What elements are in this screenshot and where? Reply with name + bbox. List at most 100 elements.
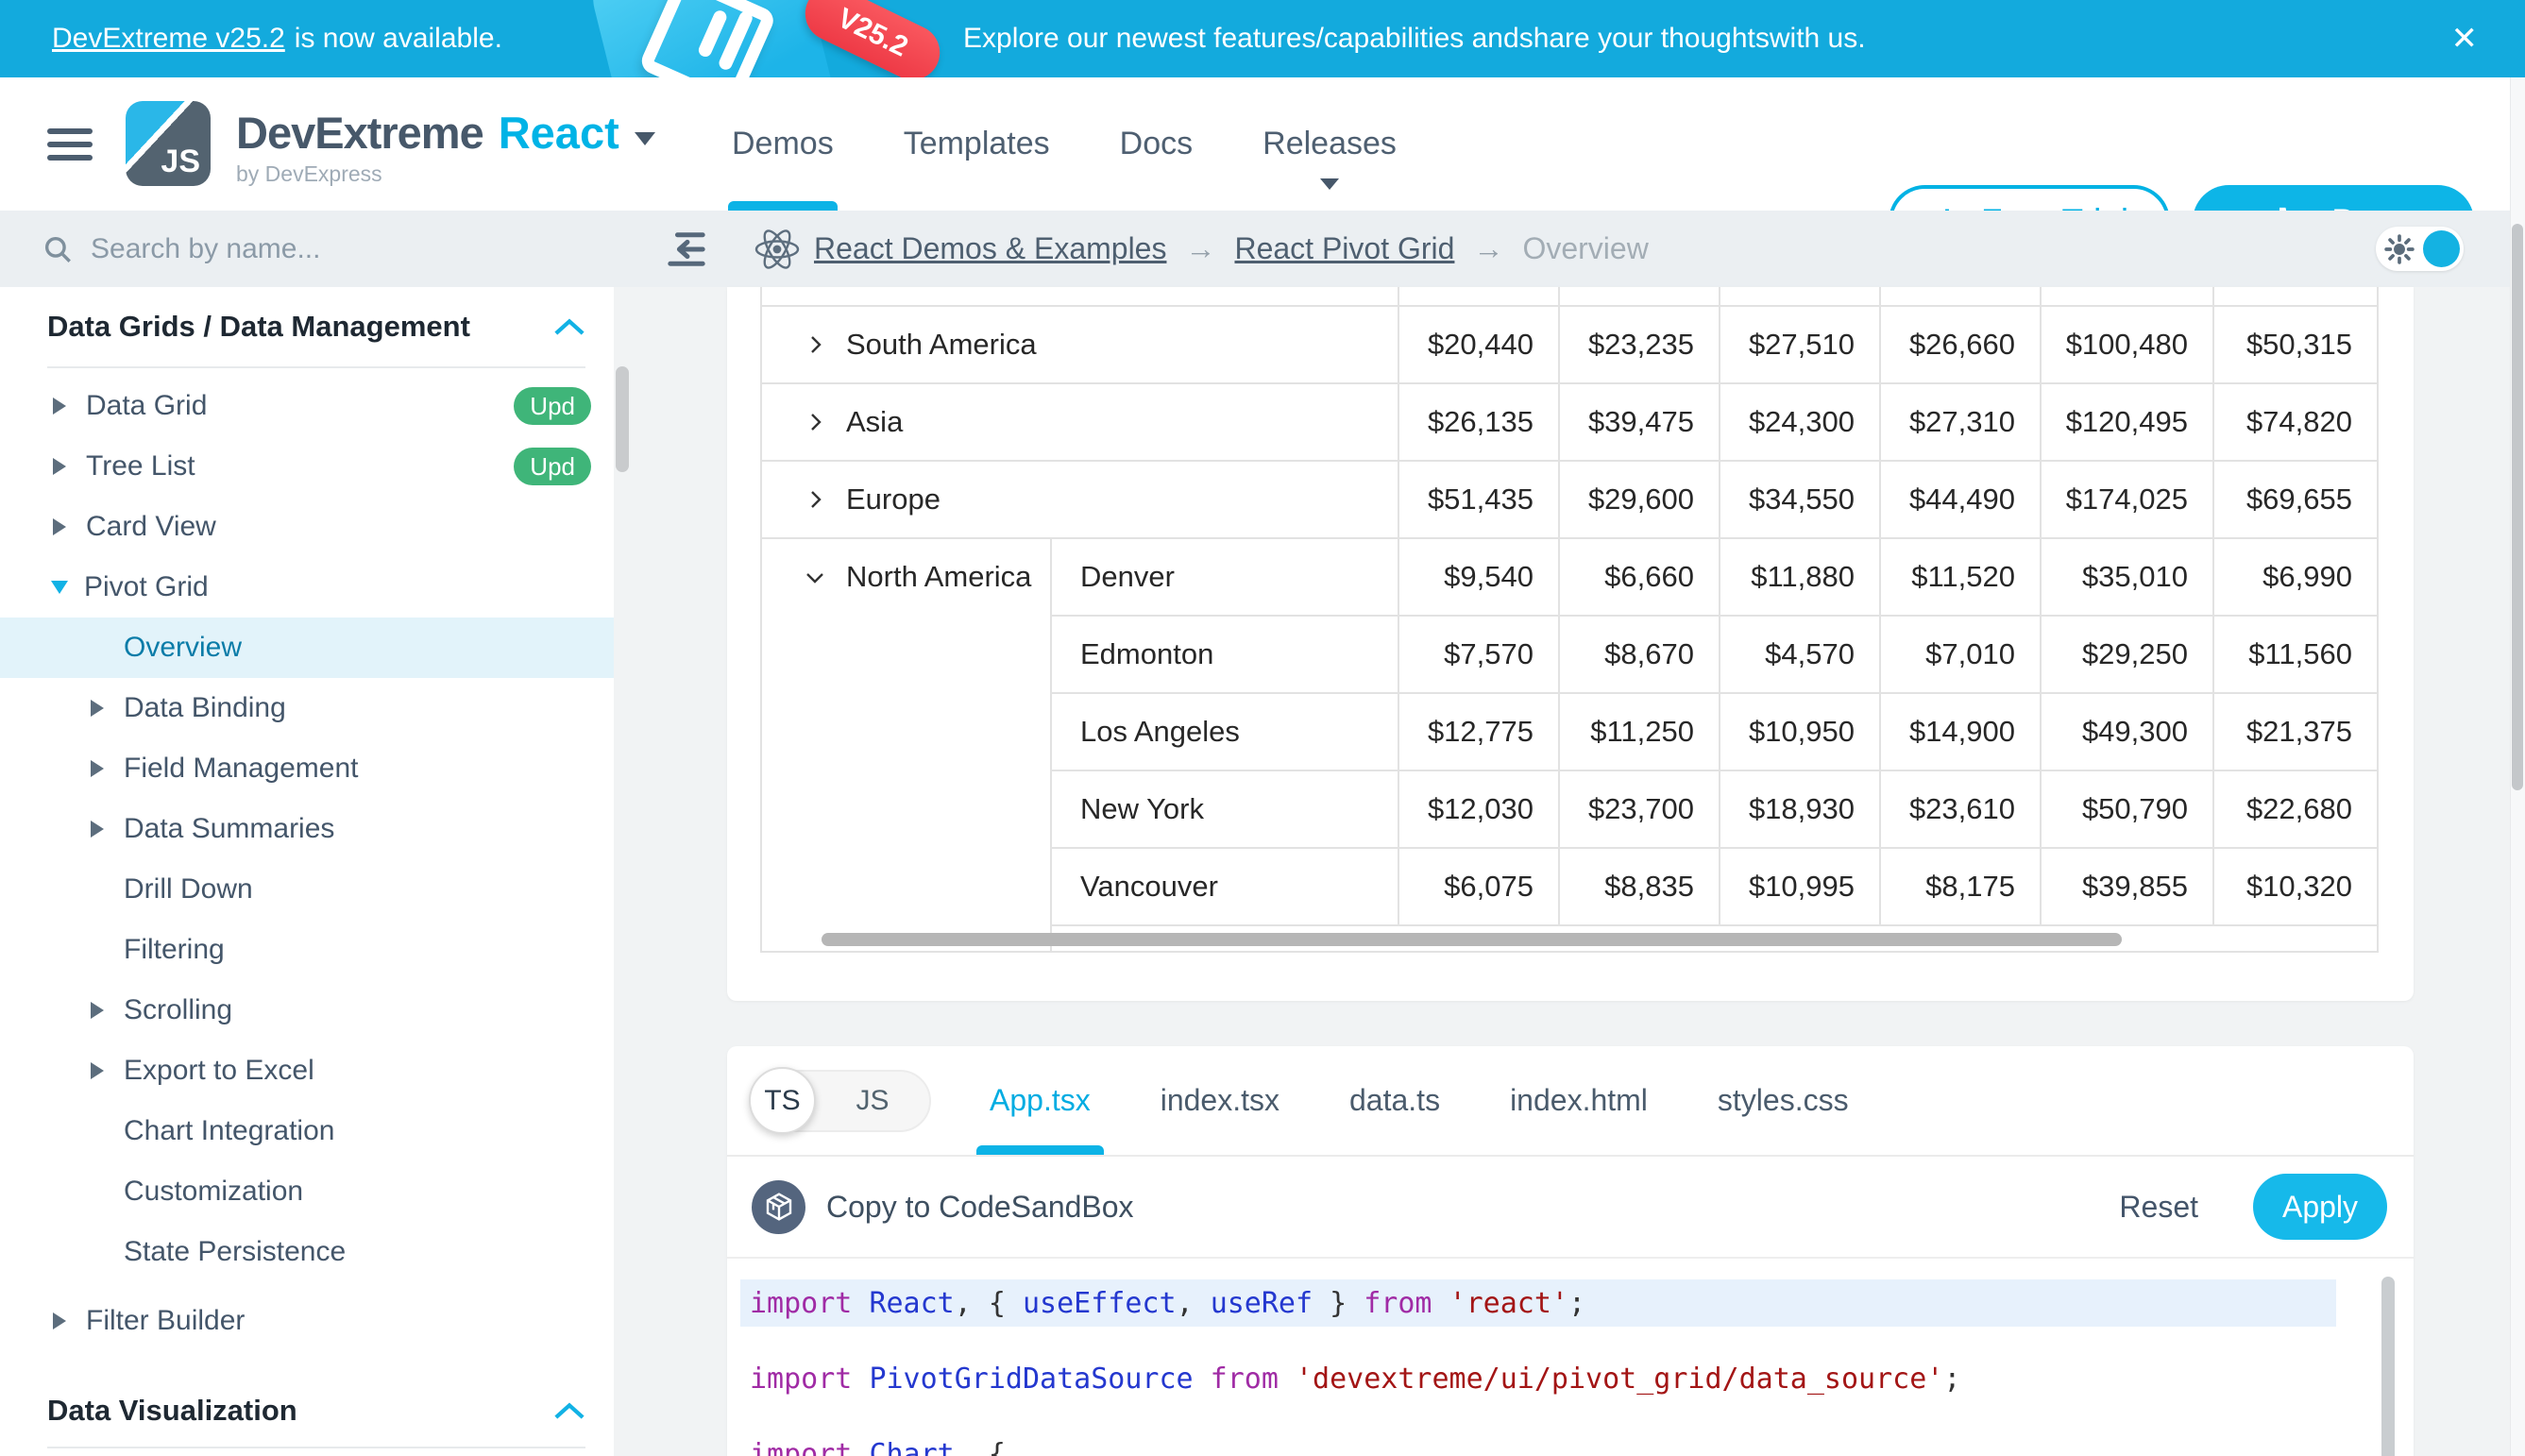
table-cell[interactable]: $23,700 — [1559, 770, 1720, 848]
table-cell[interactable]: $9,540 — [1398, 538, 1559, 616]
nav-demos[interactable]: Demos — [732, 77, 834, 211]
table-cell[interactable]: $21,375 — [2213, 693, 2378, 770]
sidebar-item-export-to-excel[interactable]: Export to Excel — [0, 1041, 614, 1101]
sidebar-item-data-grid[interactable]: Data GridUpd — [0, 376, 614, 436]
apply-button[interactable]: Apply — [2253, 1174, 2387, 1240]
reset-button[interactable]: Reset — [2119, 1190, 2198, 1225]
table-cell[interactable]: $8,835 — [1559, 848, 1720, 925]
nav-releases[interactable]: Releases — [1262, 77, 1397, 211]
collapse-sidebar-icon[interactable] — [665, 229, 708, 274]
nav-docs[interactable]: Docs — [1120, 77, 1193, 211]
table-cell[interactable]: $26,135 — [1398, 383, 1559, 461]
table-cell[interactable]: $18,930 — [1720, 770, 1880, 848]
sidebar-item-drill-down[interactable]: Drill Down — [0, 859, 614, 920]
row-header-city[interactable]: Los Angeles — [1051, 693, 1398, 770]
table-cell[interactable]: $29,250 — [2041, 616, 2213, 693]
table-cell[interactable]: $27,510 — [1720, 306, 1880, 383]
tab-index-tsx[interactable]: index.tsx — [1161, 1046, 1279, 1155]
code-scrollbar-thumb[interactable] — [2381, 1277, 2395, 1456]
table-cell[interactable]: $74,820 — [2213, 383, 2378, 461]
table-cell[interactable]: $69,655 — [2213, 461, 2378, 538]
sidebar-item-field-management[interactable]: Field Management — [0, 738, 614, 799]
table-cell[interactable]: $49,300 — [2041, 693, 2213, 770]
table-cell[interactable]: $29,600 — [1559, 461, 1720, 538]
row-header[interactable]: Europe — [762, 483, 1398, 516]
horizontal-scrollbar-thumb[interactable] — [822, 933, 2122, 946]
js-option[interactable]: JS — [816, 1085, 929, 1117]
row-header[interactable]: South America — [762, 328, 1398, 362]
language-toggle[interactable]: TS JS — [750, 1070, 931, 1132]
chevron-up-icon[interactable] — [553, 316, 585, 337]
table-cell[interactable]: $14,900 — [1880, 693, 2041, 770]
chevron-up-icon[interactable] — [553, 1400, 585, 1421]
table-cell[interactable]: $23,235 — [1559, 306, 1720, 383]
table-cell[interactable]: $44,490 — [1880, 461, 2041, 538]
table-cell[interactable]: $26,660 — [1880, 306, 2041, 383]
table-cell[interactable]: $34,550 — [1720, 461, 1880, 538]
sidebar-search[interactable]: Search by name... — [42, 211, 320, 287]
sidebar-item-data-summaries[interactable]: Data Summaries — [0, 799, 614, 859]
table-cell[interactable]: $11,560 — [2213, 616, 2378, 693]
sidebar-item-tree-list[interactable]: Tree ListUpd — [0, 436, 614, 497]
close-icon[interactable]: ✕ — [2451, 0, 2479, 77]
devextreme-js-logo[interactable]: JS — [126, 101, 211, 186]
code-editor[interactable]: import React, { useEffect, useRef } from… — [727, 1259, 2414, 1456]
sidebar-item-state-persistence[interactable]: State Persistence — [0, 1222, 614, 1282]
table-cell[interactable]: $6,660 — [1559, 538, 1720, 616]
table-cell[interactable]: $10,995 — [1720, 848, 1880, 925]
sidebar-item-chart-integration[interactable]: Chart Integration — [0, 1101, 614, 1161]
table-cell[interactable]: $11,520 — [1880, 538, 2041, 616]
table-cell[interactable]: $23,610 — [1880, 770, 2041, 848]
table-cell[interactable]: $7,010 — [1880, 616, 2041, 693]
table-cell[interactable]: $12,775 — [1398, 693, 1559, 770]
table-cell[interactable]: $35,010 — [2041, 538, 2213, 616]
tab-data-ts[interactable]: data.ts — [1349, 1046, 1440, 1155]
chevron-right-icon[interactable] — [805, 489, 825, 510]
tab-styles-css[interactable]: styles.css — [1718, 1046, 1849, 1155]
ts-option[interactable]: TS — [749, 1067, 816, 1134]
breadcrumb-pivot-grid-link[interactable]: React Pivot Grid — [1234, 231, 1454, 266]
table-cell[interactable]: $7,570 — [1398, 616, 1559, 693]
theme-toggle[interactable] — [2376, 227, 2464, 271]
row-header-city[interactable]: Edmonton — [1051, 616, 1398, 693]
row-header-expanded[interactable]: North America — [762, 539, 1050, 615]
table-cell[interactable]: $10,320 — [2213, 848, 2378, 925]
row-header-city[interactable]: New York — [1051, 770, 1398, 848]
codesandbox-icon[interactable] — [752, 1180, 805, 1234]
table-cell[interactable]: $120,495 — [2041, 383, 2213, 461]
sidebar-item-card-view[interactable]: Card View — [0, 497, 614, 557]
tab-index-html[interactable]: index.html — [1510, 1046, 1648, 1155]
table-cell[interactable]: $11,250 — [1559, 693, 1720, 770]
page-scrollbar-thumb[interactable] — [2512, 224, 2523, 790]
sidebar-item-customization[interactable]: Customization — [0, 1161, 614, 1222]
table-cell[interactable]: $39,475 — [1559, 383, 1720, 461]
page-scrollbar[interactable] — [2510, 77, 2525, 1456]
sidebar-item-scrolling[interactable]: Scrolling — [0, 980, 614, 1041]
sidebar-item-filtering[interactable]: Filtering — [0, 920, 614, 980]
table-cell[interactable]: $10,950 — [1720, 693, 1880, 770]
sidebar-item-data-binding[interactable]: Data Binding — [0, 678, 614, 738]
breadcrumb-demos-link[interactable]: React Demos & Examples — [814, 231, 1166, 266]
table-cell[interactable]: $20,440 — [1398, 306, 1559, 383]
table-cell[interactable]: $39,855 — [2041, 848, 2213, 925]
version-link[interactable]: DevExtreme v25.2 — [52, 23, 285, 55]
table-cell[interactable]: $8,175 — [1880, 848, 2041, 925]
sidebar-item-overview[interactable]: Overview — [0, 618, 614, 678]
chevron-down-icon[interactable] — [635, 132, 655, 145]
table-cell[interactable]: $8,670 — [1559, 616, 1720, 693]
sidebar-section-data-visualization[interactable]: Data Visualization — [47, 1375, 585, 1448]
table-cell[interactable]: $174,025 — [2041, 461, 2213, 538]
chevron-right-icon[interactable] — [805, 334, 825, 355]
chevron-down-icon[interactable] — [805, 567, 825, 587]
table-cell[interactable]: $11,880 — [1720, 538, 1880, 616]
table-cell[interactable]: $12,030 — [1398, 770, 1559, 848]
table-cell[interactable]: $51,435 — [1398, 461, 1559, 538]
table-cell[interactable]: $100,480 — [2041, 306, 2213, 383]
theme-toggle-knob[interactable] — [2423, 230, 2460, 267]
sidebar-item-pivot-grid[interactable]: Pivot Grid — [0, 557, 614, 618]
table-cell[interactable]: $6,075 — [1398, 848, 1559, 925]
table-cell[interactable]: $50,315 — [2213, 306, 2378, 383]
sidebar-scrollbar-thumb[interactable] — [616, 366, 629, 472]
tab-app-tsx[interactable]: App.tsx — [990, 1046, 1091, 1155]
table-cell[interactable]: $22,680 — [2213, 770, 2378, 848]
